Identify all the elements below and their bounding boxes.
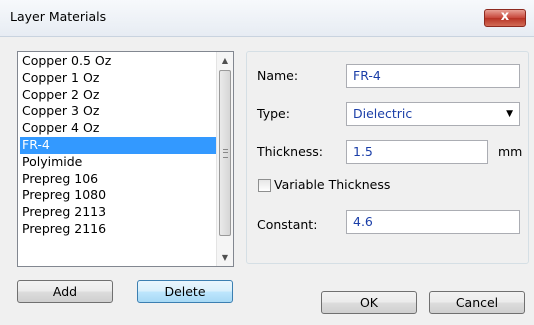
properties-panel: Name: FR-4 Type: Dielectric ▼ Thickness:… <box>246 51 529 264</box>
list-item[interactable]: Prepreg 2113 <box>20 204 216 221</box>
list-item[interactable]: Copper 1 Oz <box>20 70 216 87</box>
list-item[interactable]: Copper 0.5 Oz <box>20 53 216 70</box>
window-title: Layer Materials <box>10 9 107 24</box>
title-bar: Layer Materials x <box>0 0 534 37</box>
close-icon: x <box>500 9 510 24</box>
list-item[interactable]: Copper 2 Oz <box>20 87 216 104</box>
variable-thickness-checkbox[interactable] <box>258 179 271 192</box>
list-item[interactable]: FR-4 <box>20 136 216 154</box>
add-button[interactable]: Add <box>17 280 113 303</box>
thickness-field[interactable]: 1.5 <box>346 140 488 164</box>
scroll-grip-icon <box>223 149 228 158</box>
scroll-down-arrow-icon[interactable]: ▼ <box>217 249 233 266</box>
dialog-body: Copper 0.5 Oz Copper 1 Oz Copper 2 Oz Coppe… <box>0 37 534 325</box>
constant-label: Constant: <box>257 217 318 232</box>
type-select[interactable]: Dielectric ▼ <box>346 102 520 126</box>
constant-field[interactable]: 4.6 <box>346 210 520 234</box>
cancel-button[interactable]: Cancel <box>429 291 525 314</box>
close-button[interactable]: x <box>484 9 526 27</box>
list-item[interactable]: Prepreg 1080 <box>20 187 216 204</box>
list-item[interactable]: Copper 3 Oz <box>20 103 216 120</box>
scroll-thumb[interactable] <box>219 70 231 236</box>
list-item[interactable]: Copper 4 Oz <box>20 120 216 137</box>
thickness-unit: mm <box>498 144 523 159</box>
scroll-up-arrow-icon[interactable]: ▲ <box>217 52 233 69</box>
list-item[interactable]: Polyimide <box>20 154 216 171</box>
ok-button[interactable]: OK <box>321 291 417 314</box>
list-item[interactable]: Prepreg 106 <box>20 171 216 188</box>
thickness-label: Thickness: <box>257 144 323 159</box>
chevron-down-icon: ▼ <box>506 109 513 119</box>
list-item[interactable]: Prepreg 2116 <box>20 221 216 238</box>
type-label: Type: <box>257 106 290 121</box>
delete-button[interactable]: Delete <box>137 280 233 303</box>
list-scrollbar[interactable]: ▲ ▼ <box>216 52 233 266</box>
name-label: Name: <box>257 68 299 83</box>
materials-list-items: Copper 0.5 Oz Copper 1 Oz Copper 2 Oz Coppe… <box>20 53 216 238</box>
type-select-value: Dielectric <box>353 106 413 121</box>
name-field[interactable]: FR-4 <box>346 64 520 88</box>
materials-list[interactable]: Copper 0.5 Oz Copper 1 Oz Copper 2 Oz Coppe… <box>17 51 234 267</box>
variable-thickness-label[interactable]: Variable Thickness <box>274 177 390 192</box>
